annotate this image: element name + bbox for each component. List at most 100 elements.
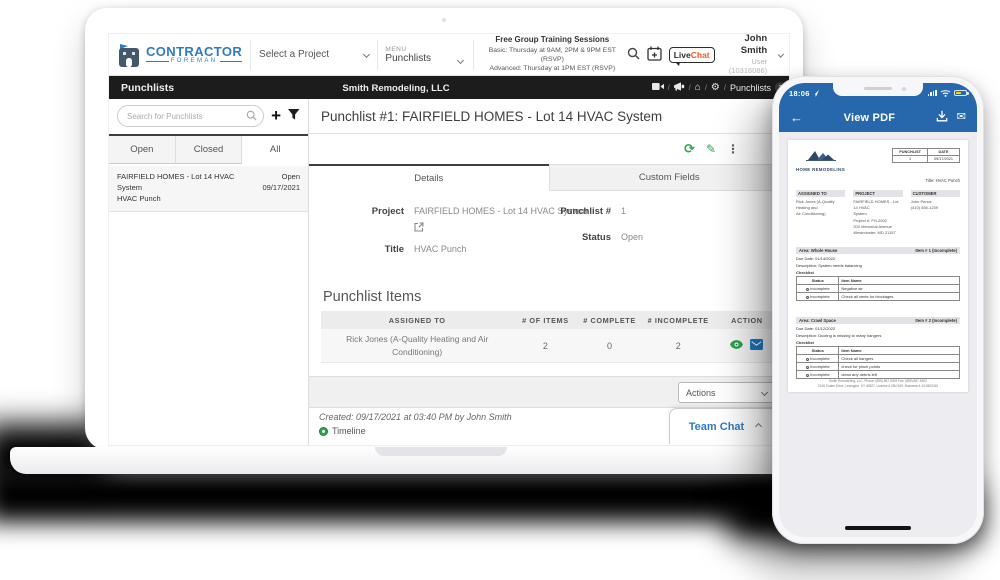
divider [250,39,252,70]
col-of-items: # OF ITEMS [522,315,569,325]
search-input[interactable] [117,105,265,127]
created-meta: Created: 09/17/2021 at 03:40 PM by John … [319,412,512,422]
actions-dropdown[interactable]: Actions [678,382,775,403]
calendar-plus-icon [647,46,662,61]
tab-custom-fields[interactable]: Custom Fields [548,164,789,191]
webcam-dot [442,18,446,22]
search-button[interactable] [627,47,640,63]
refresh-button[interactable]: ⟳ [684,142,695,155]
training-title: Free Group Training Sessions [495,35,610,45]
back-arrow-icon: ← [790,110,803,125]
livechat-live: Live [673,49,691,60]
laptop-base [10,447,872,474]
actions-dropdown-value: Actions [686,387,716,398]
more-options-button[interactable]: ⋮ [727,143,739,155]
phone-frame: 18:06 ← View PDF ✉ HOME REMODELING PUNCH… [772,76,984,544]
calendar-button[interactable] [647,46,662,64]
project-label: Project [371,206,404,217]
page-title: Punchlist #1: FAIRFIELD HOMES - Lot 14 H… [309,99,789,134]
pdf-footer: Smith Remodeling, LLC, Phone: (859) 867-… [817,378,939,388]
video-button[interactable] [651,82,664,94]
front-camera-dot [902,86,906,91]
pdf-section-crawl-space: Area: Crawl Space Item # 2 (Incomplete) … [795,317,960,380]
project-selector-value: Select a Project [259,49,330,60]
title-label: Title [384,244,404,255]
breadcrumb-slash: / [688,83,691,92]
phone-screen-title: View PDF [843,111,896,124]
add-punchlist-button[interactable]: + [271,107,281,124]
breadcrumb-current[interactable]: Punchlists [730,83,771,93]
cell-of-items: 2 [542,340,548,351]
meta-date-value: 09/17/2021 [926,155,961,163]
chevron-down-icon [760,388,769,397]
cell-complete: 0 [607,340,613,351]
divider [473,39,474,70]
home-icon: ⌂ [694,81,701,93]
phone-top-bar: 18:06 ← View PDF ✉ [779,83,977,132]
timeline-toggle[interactable]: Timeline [319,426,366,436]
user-name: John Smith [740,34,768,57]
detail-tabs: Details Custom Fields [309,164,789,191]
external-link-icon [414,222,424,232]
user-menu[interactable]: John Smith User (10316086) [728,34,768,76]
pdf-title-line: Title: HVAC Punch [925,178,960,183]
pdf-assigned-to-block: ASSIGNED TO Rick Jones (A-Quality Heatin… [796,190,846,236]
user-id: User (10316086) [728,57,768,76]
list-item[interactable]: FAIRFIELD HOMES - Lot 14 HVAC System HVA… [109,166,308,212]
checkbox-icon [805,295,809,299]
home-indicator[interactable] [845,526,911,530]
punchlist-sidebar: + Open Closed All FAIRFIELD HOMES - Lot … [109,99,309,445]
back-button[interactable]: ← [790,111,803,124]
logo-word-contractor: CONTRACTOR [146,44,243,59]
pdf-document: HOME REMODELING PUNCHLIST DATE 1 09/17/2… [788,140,968,392]
training-line-basic: Basic: Thursday at 9AM, 2PM & 9PM EST (R… [488,47,616,64]
announcements-button[interactable] [673,81,685,94]
scene: CONTRACTOR FOREMAN Select a Project MENU… [0,0,1000,580]
list-item-subtitle: HVAC Punch [117,193,161,203]
pdf-logo-text: HOME REMODELING [796,167,846,172]
tab-details[interactable]: Details [309,164,549,191]
send-email-button[interactable]: ✉ [957,112,966,123]
team-chat-button[interactable]: Team Chat [669,408,781,444]
edit-button[interactable]: ✎ [706,143,716,155]
breadcrumb-slash: / [723,83,726,92]
tab-closed[interactable]: Closed [175,136,243,164]
open-project-link[interactable] [414,222,424,235]
app-window: CONTRACTOR FOREMAN Select a Project MENU… [109,34,789,445]
clock: 18:06 [789,89,819,98]
settings-button[interactable]: ⚙ [711,82,720,93]
punchlist-no-label: Punchlist # [560,206,611,217]
filter-button[interactable] [288,109,300,123]
menu-label: MENU [385,45,407,53]
cell-assigned-to: Rick Jones (A-Quality Heating and Air Co… [346,333,489,357]
training-sessions-note: Free Group Training Sessions Basic: Thur… [486,35,619,73]
location-arrow-icon [811,89,819,97]
list-item-status: Open [281,172,300,181]
livechat-chat: Chat [690,49,710,60]
home-button[interactable]: ⌂ [694,81,701,93]
project-selector[interactable]: Select a Project [259,49,370,60]
team-chat-label: Team Chat [688,420,745,433]
checkbox-icon [805,373,809,377]
breadcrumb-slash: / [704,83,707,92]
timeline-label: Timeline [332,426,366,436]
pencil-icon: ✎ [705,141,716,156]
funnel-icon [288,109,300,120]
livechat-button[interactable]: LiveChat [668,46,715,66]
menu-selector[interactable]: MENU Punchlists [385,46,465,64]
download-button[interactable] [936,109,948,127]
phone-notch [833,83,923,96]
kebab-icon: ⋮ [727,141,739,156]
sidebar-tabs: Open Closed All [109,134,309,164]
chevron-down-icon [777,51,785,58]
tab-all[interactable]: All [242,136,309,164]
tab-open[interactable]: Open [109,136,176,164]
meta-punchlist-value: 1 [892,155,928,163]
chevron-up-icon [755,422,763,431]
checkbox-icon [805,287,809,291]
envelope-icon: ✉ [956,111,966,123]
refresh-icon: ⟳ [684,141,695,156]
signal-icon [927,89,937,97]
view-items-button[interactable] [730,339,744,352]
email-button[interactable] [750,338,764,353]
